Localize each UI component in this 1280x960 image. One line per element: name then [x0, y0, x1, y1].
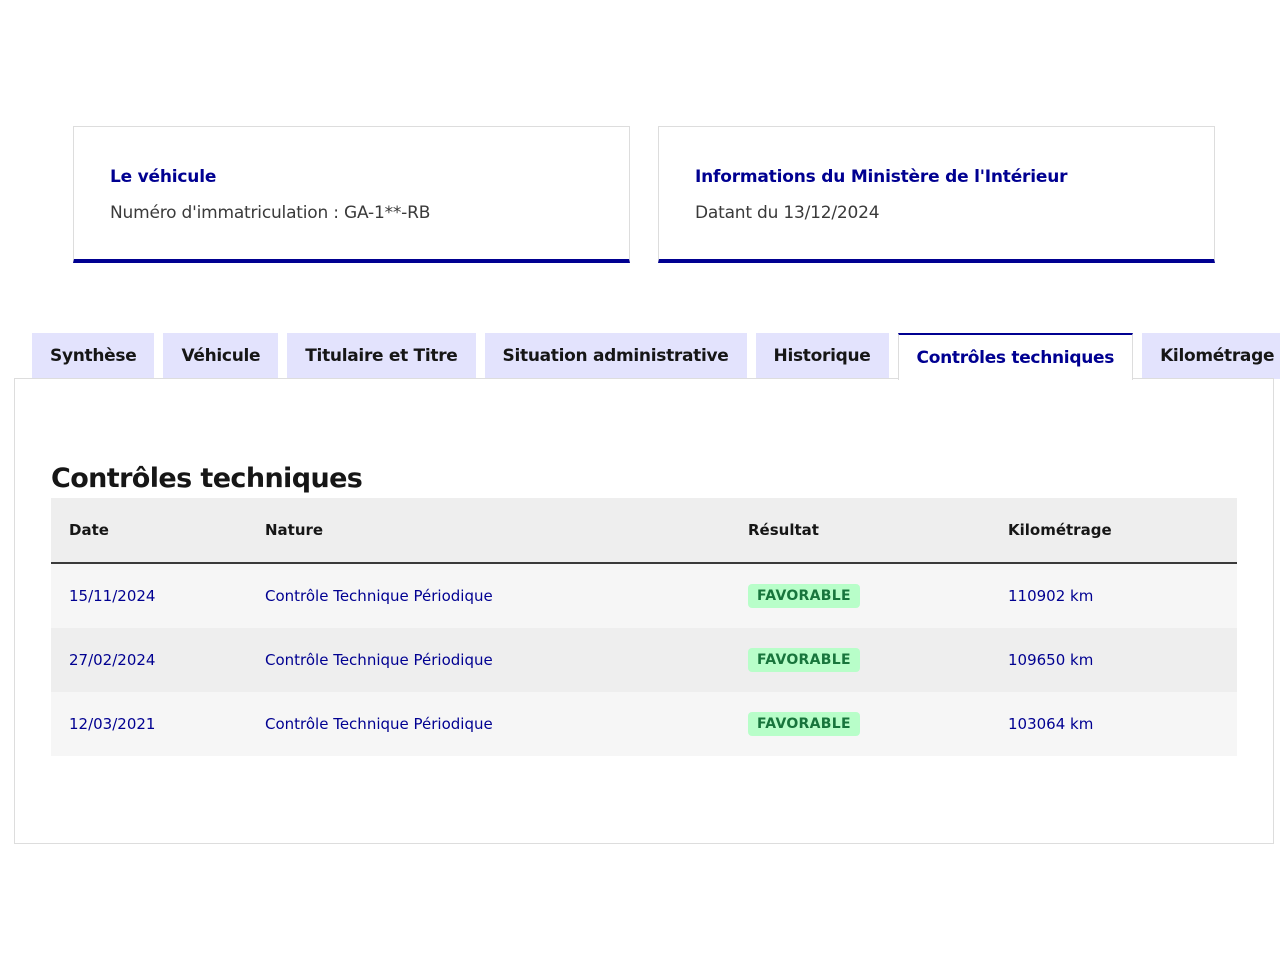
tab-panel: Contrôles techniques Date Nature Résulta… [14, 378, 1274, 844]
header-nature: Nature [265, 521, 324, 539]
status-badge: FAVORABLE [748, 712, 860, 736]
vehicle-card-title: Le véhicule [110, 167, 217, 187]
status-badge: FAVORABLE [748, 584, 860, 608]
tab-kilometrage[interactable]: Kilométrage [1142, 333, 1280, 379]
tab-vehicule[interactable]: Véhicule [163, 333, 279, 379]
cell-result: FAVORABLE [748, 584, 1008, 608]
cell-result: FAVORABLE [748, 712, 1008, 736]
cell-kilometrage: 103064 km [1008, 715, 1094, 733]
page: Le véhicule Numéro d'immatriculation : G… [0, 0, 1280, 960]
header-kilometrage: Kilométrage [1008, 521, 1112, 539]
table-row: 27/02/2024 Contrôle Technique Périodique… [51, 628, 1237, 692]
cell-date: 12/03/2021 [69, 715, 156, 733]
tab-titulaire-et-titre[interactable]: Titulaire et Titre [287, 333, 476, 379]
cell-result: FAVORABLE [748, 648, 1008, 672]
cell-nature: Contrôle Technique Périodique [265, 715, 493, 733]
cell-nature: Contrôle Technique Périodique [265, 587, 493, 605]
header-result: Résultat [748, 521, 819, 539]
status-badge: FAVORABLE [748, 648, 860, 672]
cell-date: 27/02/2024 [69, 651, 156, 669]
cell-kilometrage: 110902 km [1008, 587, 1094, 605]
tab-situation-administrative[interactable]: Situation administrative [484, 333, 747, 379]
cell-nature: Contrôle Technique Périodique [265, 651, 493, 669]
cell-date: 15/11/2024 [69, 587, 156, 605]
table-row: 15/11/2024 Contrôle Technique Périodique… [51, 564, 1237, 628]
data-date: Datant du 13/12/2024 [695, 203, 880, 223]
ministry-card: Informations du Ministère de l'Intérieur… [658, 126, 1215, 263]
table-row: 12/03/2021 Contrôle Technique Périodique… [51, 692, 1237, 756]
vehicle-card: Le véhicule Numéro d'immatriculation : G… [73, 126, 630, 263]
tab-synthese[interactable]: Synthèse [32, 333, 155, 379]
table-header: Date Nature Résultat Kilométrage [51, 498, 1237, 564]
header-date: Date [69, 521, 109, 539]
inspections-table: Date Nature Résultat Kilométrage 15/11/2… [51, 498, 1237, 756]
section-title: Contrôles techniques [51, 463, 363, 494]
tab-historique[interactable]: Historique [755, 333, 889, 379]
registration-number: Numéro d'immatriculation : GA-1**-RB [110, 203, 431, 223]
tab-list: Synthèse Véhicule Titulaire et Titre Sit… [32, 333, 1280, 380]
tab-controles-techniques[interactable]: Contrôles techniques [897, 333, 1134, 380]
cell-kilometrage: 109650 km [1008, 651, 1094, 669]
ministry-card-title: Informations du Ministère de l'Intérieur [695, 167, 1068, 187]
